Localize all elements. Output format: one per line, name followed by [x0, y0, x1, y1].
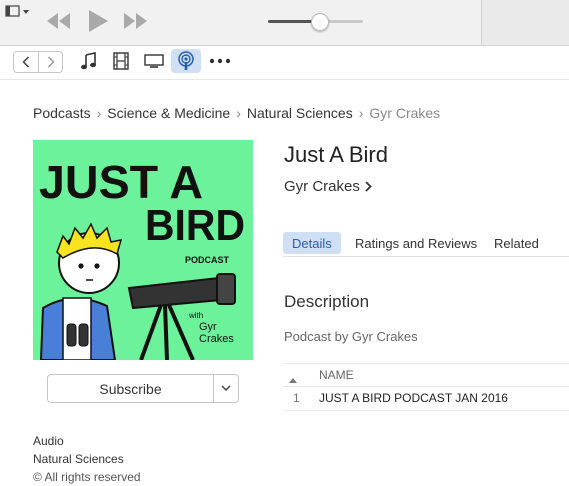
breadcrumb-science-medicine[interactable]: Science & Medicine	[107, 105, 230, 121]
breadcrumb-separator: ›	[236, 105, 241, 121]
chevron-right-icon	[365, 181, 372, 192]
tv-shows-button[interactable]	[139, 49, 169, 73]
breadcrumb-current: Gyr Crakes	[369, 105, 441, 121]
author-link[interactable]: Gyr Crakes	[284, 178, 372, 195]
music-button[interactable]	[73, 49, 103, 73]
tv-icon	[144, 54, 164, 68]
episode-number: 1	[293, 391, 300, 405]
table-row[interactable]: 1 JUST A BIRD PODCAST JAN 2016	[283, 386, 569, 411]
table-header: NAME	[283, 363, 569, 387]
sort-ascending-icon	[289, 378, 297, 383]
subscribe-options-button[interactable]	[214, 375, 238, 402]
episode-name: JUST A BIRD PODCAST JAN 2016	[319, 391, 508, 405]
podcast-meta: Audio Natural Sciences © All rights rese…	[33, 432, 141, 486]
breadcrumb-separator: ›	[358, 105, 364, 121]
ellipsis-icon	[209, 58, 231, 64]
volume-slider-knob[interactable]	[311, 13, 329, 31]
podcast-title: Just A Bird	[284, 142, 388, 167]
podcasts-button[interactable]	[171, 49, 201, 73]
sidebar-icon	[5, 5, 29, 17]
status-display	[481, 0, 569, 45]
sidebar-toggle-button[interactable]	[5, 5, 31, 19]
chevron-right-icon	[47, 56, 55, 68]
artwork-with: with	[188, 311, 203, 320]
previous-track-button[interactable]	[46, 12, 72, 30]
tab-ratings-and-reviews[interactable]: Ratings and Reviews	[346, 232, 486, 254]
tab-related[interactable]: Related	[485, 232, 548, 254]
podcast-artwork: JUST A BIRD PODCAST with Gyr Crakes	[33, 140, 253, 360]
rewind-icon	[47, 13, 70, 29]
author-name: Gyr Crakes	[284, 178, 360, 195]
artwork-credit-line-1: Gyr	[199, 321, 217, 333]
chevron-left-icon	[22, 56, 30, 68]
more-button[interactable]	[205, 49, 235, 73]
play-button[interactable]	[87, 9, 109, 33]
podcast-icon	[178, 51, 194, 70]
play-icon	[89, 10, 108, 32]
tab-bar: Details Ratings and Reviews Related	[283, 232, 569, 257]
description-heading: Description	[284, 292, 370, 311]
genre-label: Natural Sciences	[33, 452, 124, 466]
column-header-name[interactable]: NAME	[319, 368, 354, 382]
film-strip-icon	[113, 52, 129, 70]
description-text: Podcast by Gyr Crakes	[284, 329, 418, 344]
chevron-down-icon	[221, 385, 231, 392]
subscribe-button[interactable]: Subscribe	[48, 375, 214, 402]
media-kind: Audio	[33, 434, 64, 448]
artwork-credit-line-2: Crakes	[199, 333, 234, 345]
subscribe-control: Subscribe	[47, 374, 239, 403]
artwork-title-line-2: BIRD	[145, 201, 245, 250]
artwork-tag: PODCAST	[185, 255, 230, 265]
breadcrumb-natural-sciences[interactable]: Natural Sciences	[247, 105, 353, 121]
forward-button[interactable]	[39, 52, 62, 72]
history-navigation	[13, 51, 63, 73]
breadcrumb-podcasts[interactable]: Podcasts	[33, 105, 91, 121]
breadcrumb-separator: ›	[96, 105, 102, 121]
breadcrumb: Podcasts › Science & Medicine › Natural Scie…	[33, 105, 440, 121]
music-note-icon	[81, 52, 96, 70]
tab-details[interactable]: Details	[283, 232, 341, 254]
next-track-button[interactable]	[122, 12, 148, 30]
back-button[interactable]	[14, 52, 39, 72]
fast-forward-icon	[124, 13, 147, 29]
rights-notice: © All rights reserved	[33, 470, 141, 484]
movies-button[interactable]	[106, 49, 136, 73]
